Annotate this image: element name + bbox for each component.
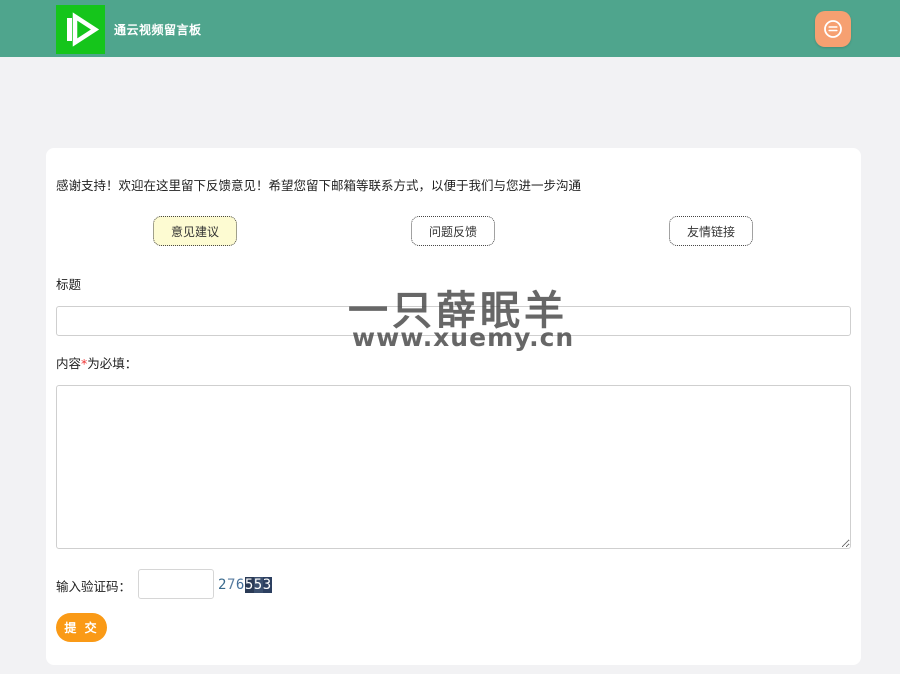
- captcha-input[interactable]: [138, 569, 214, 599]
- header-bar: 通云视频留言板: [0, 0, 900, 57]
- captcha-char: 2: [218, 576, 227, 593]
- feedback-form-card: 感谢支持！欢迎在这里留下反馈意见！希望您留下邮箱等联系方式，以便于我们与您进一步…: [46, 148, 861, 665]
- submit-button[interactable]: 提 交: [56, 613, 107, 642]
- play-logo-icon: [67, 12, 100, 47]
- tab-suggestion[interactable]: 意见建议: [153, 216, 237, 246]
- captcha-char: 5: [244, 576, 254, 593]
- content-label-prefix: 内容: [56, 356, 82, 371]
- title-label: 标题: [56, 277, 82, 292]
- captcha-char: 6: [235, 576, 245, 593]
- chat-bubble-icon: [824, 20, 842, 38]
- watermark-url: www.xuemy.cn: [352, 323, 575, 352]
- content-textarea[interactable]: [56, 385, 851, 549]
- captcha-label: 输入验证码：: [56, 579, 132, 594]
- captcha-image[interactable]: 2 7 6 5 5 3: [218, 576, 276, 593]
- captcha-char: 5: [253, 576, 263, 593]
- captcha-char: 7: [226, 576, 236, 593]
- intro-text: 感谢支持！欢迎在这里留下反馈意见！希望您留下邮箱等联系方式，以便于我们与您进一步…: [56, 178, 582, 193]
- tab-issue-feedback[interactable]: 问题反馈: [411, 216, 495, 246]
- captcha-char: 3: [262, 576, 272, 593]
- content-label-suffix: 为必填：: [87, 356, 138, 371]
- content-label: 内容*为必填：: [56, 353, 137, 372]
- site-logo[interactable]: [56, 5, 105, 54]
- site-title[interactable]: 通云视频留言板: [114, 21, 202, 38]
- message-button[interactable]: [815, 11, 851, 47]
- tab-friend-links[interactable]: 友情链接: [669, 216, 753, 246]
